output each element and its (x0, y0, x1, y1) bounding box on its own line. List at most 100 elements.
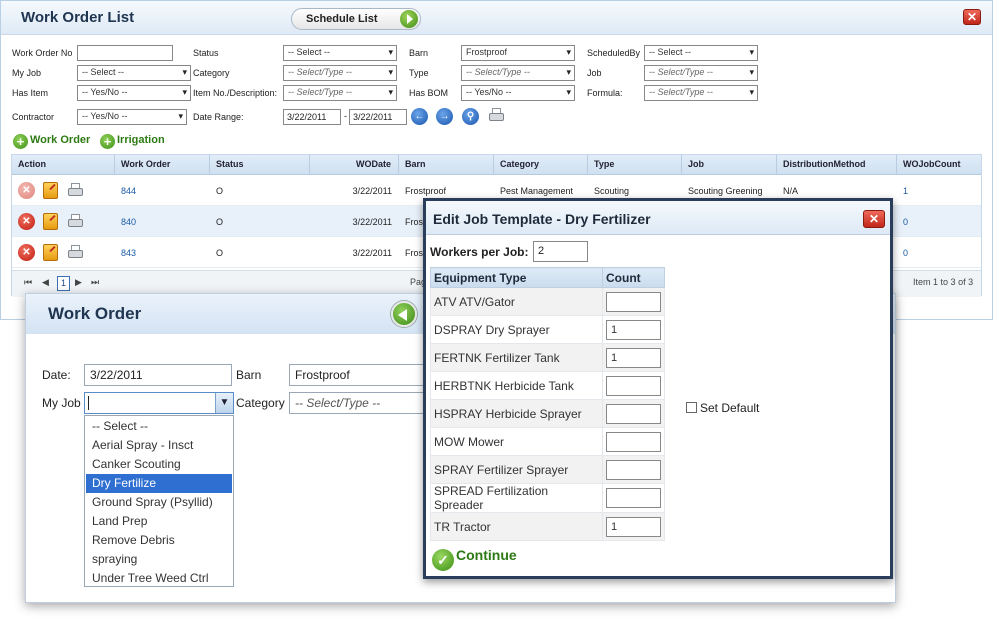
print-icon[interactable] (67, 183, 84, 198)
first-page-icon[interactable]: ⏮ (24, 277, 32, 288)
count-input[interactable] (606, 403, 661, 424)
table-row: HERBTNK Herbicide Tank (430, 371, 665, 400)
edit-icon[interactable] (43, 244, 58, 261)
previous-date-icon[interactable]: ← (411, 108, 428, 125)
equipment-name: HSPRAY Herbicide Sprayer (430, 399, 603, 428)
item-no-select[interactable]: -- Select/Type -- (283, 85, 397, 101)
equipment-name: TR Tractor (430, 512, 603, 541)
count-input[interactable] (606, 459, 661, 480)
date-from-input[interactable]: 3/22/2011 (283, 109, 341, 125)
close-icon[interactable]: ✕ (963, 9, 981, 25)
next-date-icon[interactable]: → (436, 108, 453, 125)
barn-label: Barn (409, 48, 429, 58)
print-icon[interactable] (488, 108, 505, 123)
category-input[interactable]: -- Select/Type -- (289, 392, 429, 414)
date-to-input[interactable]: 3/22/2011 (349, 109, 407, 125)
table-row: ATV ATV/Gator (430, 287, 665, 316)
count-input[interactable] (606, 375, 661, 396)
job-select[interactable]: -- Select/Type -- (644, 65, 758, 81)
column-header[interactable]: Status (216, 159, 244, 169)
plus-icon: + (13, 134, 28, 149)
list-item[interactable]: Land Prep (86, 512, 232, 531)
grid-header: Action Work Order Status WODate Barn Cat… (12, 155, 981, 175)
work-order-link[interactable]: 844 (121, 186, 136, 196)
list-item[interactable]: Aerial Spray - Insct (86, 436, 232, 455)
equipment-name: SPRAY Fertilizer Sprayer (430, 455, 603, 484)
chevron-down-icon[interactable]: ▼ (215, 393, 233, 413)
count-input[interactable]: 1 (606, 347, 661, 368)
edit-icon[interactable] (43, 213, 58, 230)
contractor-select[interactable]: -- Yes/No -- (77, 109, 187, 125)
has-item-select[interactable]: -- Yes/No -- (77, 85, 191, 101)
set-default-checkbox[interactable]: Set Default (686, 401, 759, 415)
category-label: Category (193, 68, 230, 78)
table-row: DSPRAY Dry Sprayer 1 (430, 315, 665, 344)
delete-icon[interactable]: ✕ (18, 213, 35, 230)
barn-select[interactable]: Frostproof (461, 45, 575, 61)
job-count-link[interactable]: 0 (903, 217, 908, 227)
delete-icon[interactable]: ✕ (18, 182, 35, 199)
edit-icon[interactable] (43, 182, 58, 199)
close-icon[interactable]: ✕ (863, 210, 885, 228)
column-header[interactable]: Category (500, 159, 539, 169)
column-header[interactable]: Action (18, 159, 46, 169)
list-item[interactable]: Remove Debris (86, 531, 232, 550)
add-work-order-link[interactable]: + Work Order (13, 134, 90, 149)
list-item-selected[interactable]: Dry Fertilize (86, 474, 232, 493)
list-item[interactable]: Ground Spray (Psyllid) (86, 493, 232, 512)
date-input[interactable]: 3/22/2011 (84, 364, 232, 386)
continue-button[interactable]: ✓ Continue (432, 547, 517, 571)
count-input[interactable]: 1 (606, 516, 661, 537)
work-order-link[interactable]: 843 (121, 248, 136, 258)
type-select[interactable]: -- Select/Type -- (461, 65, 575, 81)
column-header[interactable]: DistributionMethod (783, 159, 866, 169)
search-icon[interactable]: ⚲ (462, 108, 479, 125)
list-item[interactable]: spraying (86, 550, 232, 569)
workers-per-job-input[interactable]: 2 (533, 241, 588, 262)
column-header[interactable]: Job (688, 159, 704, 169)
edit-job-template-dialog: Edit Job Template - Dry Fertilizer ✕ Wor… (423, 198, 893, 579)
count-input[interactable] (606, 431, 661, 452)
column-header[interactable]: Barn (405, 159, 426, 169)
count-input[interactable] (606, 291, 661, 312)
column-header[interactable]: WODate (356, 159, 391, 169)
current-page[interactable]: 1 (57, 276, 70, 291)
job-cell: Scouting Greening (688, 186, 763, 196)
list-item[interactable]: Canker Scouting (86, 455, 232, 474)
my-job-select[interactable]: -- Select -- (77, 65, 191, 81)
prev-page-icon[interactable]: ◀ (42, 277, 49, 288)
formula-select[interactable]: -- Select/Type -- (644, 85, 758, 101)
column-header[interactable]: Work Order (121, 159, 170, 169)
next-page-icon[interactable]: ▶ (75, 277, 82, 288)
print-icon[interactable] (67, 245, 84, 260)
schedule-list-button[interactable]: Schedule List (291, 8, 421, 30)
column-header[interactable]: Type (594, 159, 614, 169)
back-arrow-icon[interactable] (391, 301, 417, 327)
count-input[interactable] (606, 488, 661, 508)
table-row: SPREAD Fertilization Spreader (430, 483, 665, 513)
has-bom-select[interactable]: -- Yes/No -- (461, 85, 575, 101)
page-title: Work Order List (21, 9, 135, 26)
category-select[interactable]: -- Select/Type -- (283, 65, 397, 81)
add-irrigation-link[interactable]: + Irrigation (100, 134, 165, 149)
my-job-combobox[interactable]: ▼ (84, 392, 234, 414)
barn-cell: Frostproof (405, 186, 447, 196)
list-item[interactable]: -- Select -- (86, 417, 232, 436)
last-page-icon[interactable]: ⏭ (91, 277, 99, 288)
checkbox-icon[interactable] (686, 402, 697, 413)
delete-icon[interactable]: ✕ (18, 244, 35, 261)
job-count-link[interactable]: 1 (903, 186, 908, 196)
status-select[interactable]: -- Select -- (283, 45, 397, 61)
count-input[interactable]: 1 (606, 319, 661, 340)
print-icon[interactable] (67, 214, 84, 229)
scheduled-by-select[interactable]: -- Select -- (644, 45, 758, 61)
column-header[interactable]: WOJobCount (903, 159, 961, 169)
my-job-label: My Job (42, 396, 81, 410)
work-order-no-input[interactable] (77, 45, 173, 61)
work-order-link[interactable]: 840 (121, 217, 136, 227)
table-row: HSPRAY Herbicide Sprayer (430, 399, 665, 428)
category-cell: Pest Management (500, 186, 574, 196)
list-item[interactable]: Under Tree Weed Ctrl (86, 569, 232, 588)
barn-input[interactable]: Frostproof (289, 364, 429, 386)
job-count-link[interactable]: 0 (903, 248, 908, 258)
